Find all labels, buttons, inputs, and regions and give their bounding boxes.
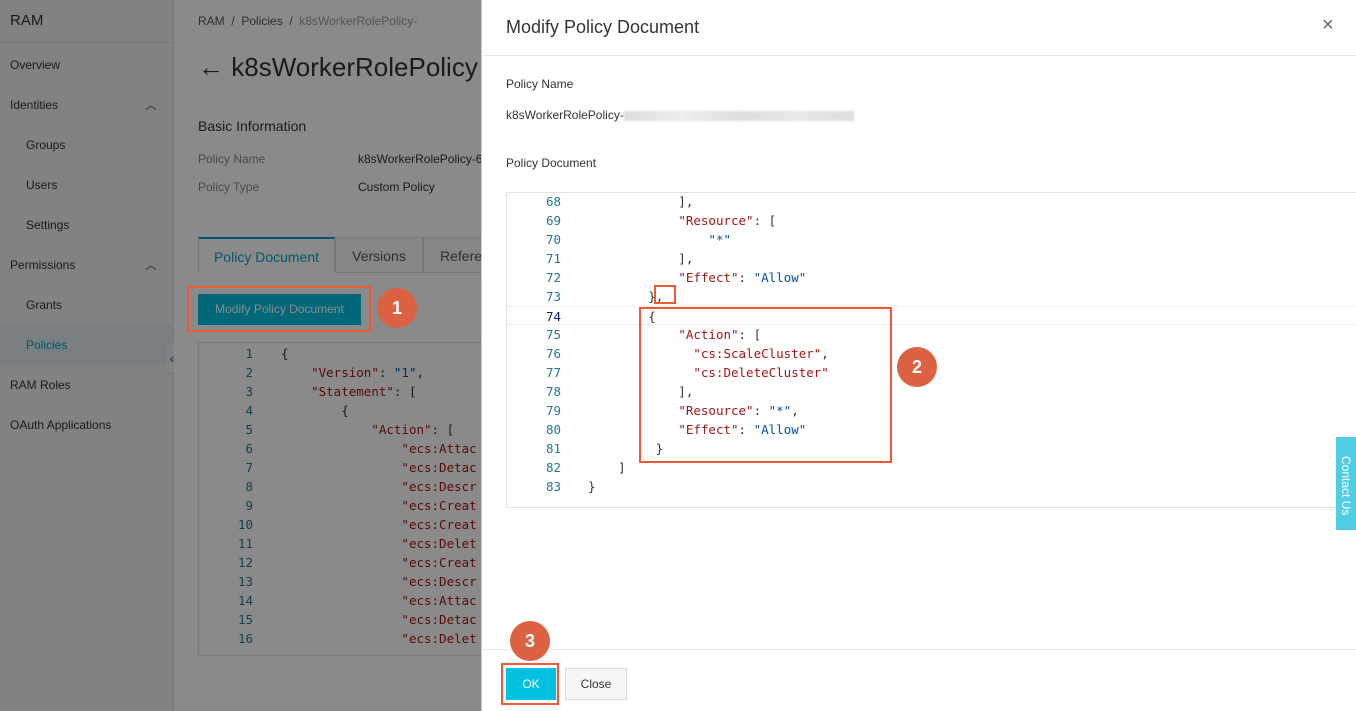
code-line: 75 "Action": [ <box>507 325 1356 344</box>
code-text: ], <box>588 193 694 211</box>
code-token: : [ <box>753 213 777 228</box>
code-token: "*" <box>708 232 731 247</box>
policy-document-label: Policy Document <box>506 156 597 170</box>
code-line: 68 ], <box>507 193 1356 211</box>
contact-us-tab[interactable]: Contact Us <box>1336 437 1356 530</box>
modal-backdrop[interactable] <box>0 0 481 711</box>
line-number: 71 <box>545 251 561 266</box>
code-token: }, <box>588 289 664 304</box>
code-line: 71 ], <box>507 249 1356 268</box>
code-token: "Allow" <box>753 270 807 285</box>
code-text: ], <box>588 249 693 268</box>
code-token: : <box>738 270 754 285</box>
line-number: 68 <box>545 194 561 209</box>
annotation-badge-3: 3 <box>510 621 550 661</box>
code-text: ] <box>588 458 626 477</box>
code-token: } <box>588 479 596 494</box>
line-number: 78 <box>545 384 561 399</box>
code-token: ] <box>588 460 626 475</box>
line-number: 77 <box>545 365 561 380</box>
annotation-box-2 <box>639 307 892 463</box>
line-number: 81 <box>545 441 561 456</box>
line-number: 83 <box>545 479 561 494</box>
line-number: 79 <box>545 403 561 418</box>
code-line: 78 ], <box>507 382 1356 401</box>
line-number: 74 <box>545 309 561 324</box>
annotation-badge-2: 2 <box>897 347 937 387</box>
dialog-title: Modify Policy Document <box>506 17 700 37</box>
code-line: 70 "*" <box>507 230 1356 249</box>
code-line: 83} <box>507 477 1356 496</box>
policy-name-text: k8sWorkerRolePolicy- <box>506 108 624 122</box>
code-line: 74 { <box>507 306 1356 325</box>
code-line: 80 "Effect": "Allow" <box>507 420 1356 439</box>
policy-name-value: k8sWorkerRolePolicy- <box>506 108 854 122</box>
code-text: "Effect": "Allow" <box>588 268 806 287</box>
code-text: "Resource": [ <box>588 211 776 230</box>
code-text: "*" <box>588 230 731 249</box>
policy-document-editor[interactable]: 68 ], 69 "Resource": [70 "*" 71 ], 72 "Effe… <box>506 192 1356 508</box>
code-text: } <box>588 477 596 496</box>
annotation-box-3 <box>501 663 559 705</box>
code-line: 69 "Resource": [ <box>507 211 1356 230</box>
line-number: 69 <box>545 213 561 228</box>
line-number: 72 <box>545 270 561 285</box>
code-token: "Effect" <box>678 270 739 285</box>
line-number: 73 <box>545 289 561 304</box>
code-line: 82 ] <box>507 458 1356 477</box>
redacted-text <box>623 110 854 121</box>
line-number: 80 <box>545 422 561 437</box>
line-number: 70 <box>545 232 561 247</box>
line-number: 75 <box>545 327 561 342</box>
close-icon[interactable]: × <box>1322 14 1334 37</box>
policy-name-label: Policy Name <box>506 77 574 91</box>
code-line: 79 "Resource": "*", <box>507 401 1356 420</box>
code-text: }, <box>588 287 663 306</box>
code-line: 73 }, <box>507 287 1356 306</box>
code-token: "Resource" <box>678 213 754 228</box>
divider <box>482 55 1356 56</box>
annotation-box-comma <box>654 285 676 304</box>
annotation-box-1 <box>187 286 371 332</box>
annotation-badge-1: 1 <box>377 288 417 328</box>
code-token: ], <box>588 194 694 209</box>
code-token: ], <box>588 251 694 266</box>
divider <box>482 649 1356 650</box>
line-number: 82 <box>545 460 561 475</box>
line-number: 76 <box>545 346 561 361</box>
code-line: 81 } <box>507 439 1356 458</box>
code-line: 72 "Effect": "Allow" <box>507 268 1356 287</box>
close-button[interactable]: Close <box>565 668 627 700</box>
